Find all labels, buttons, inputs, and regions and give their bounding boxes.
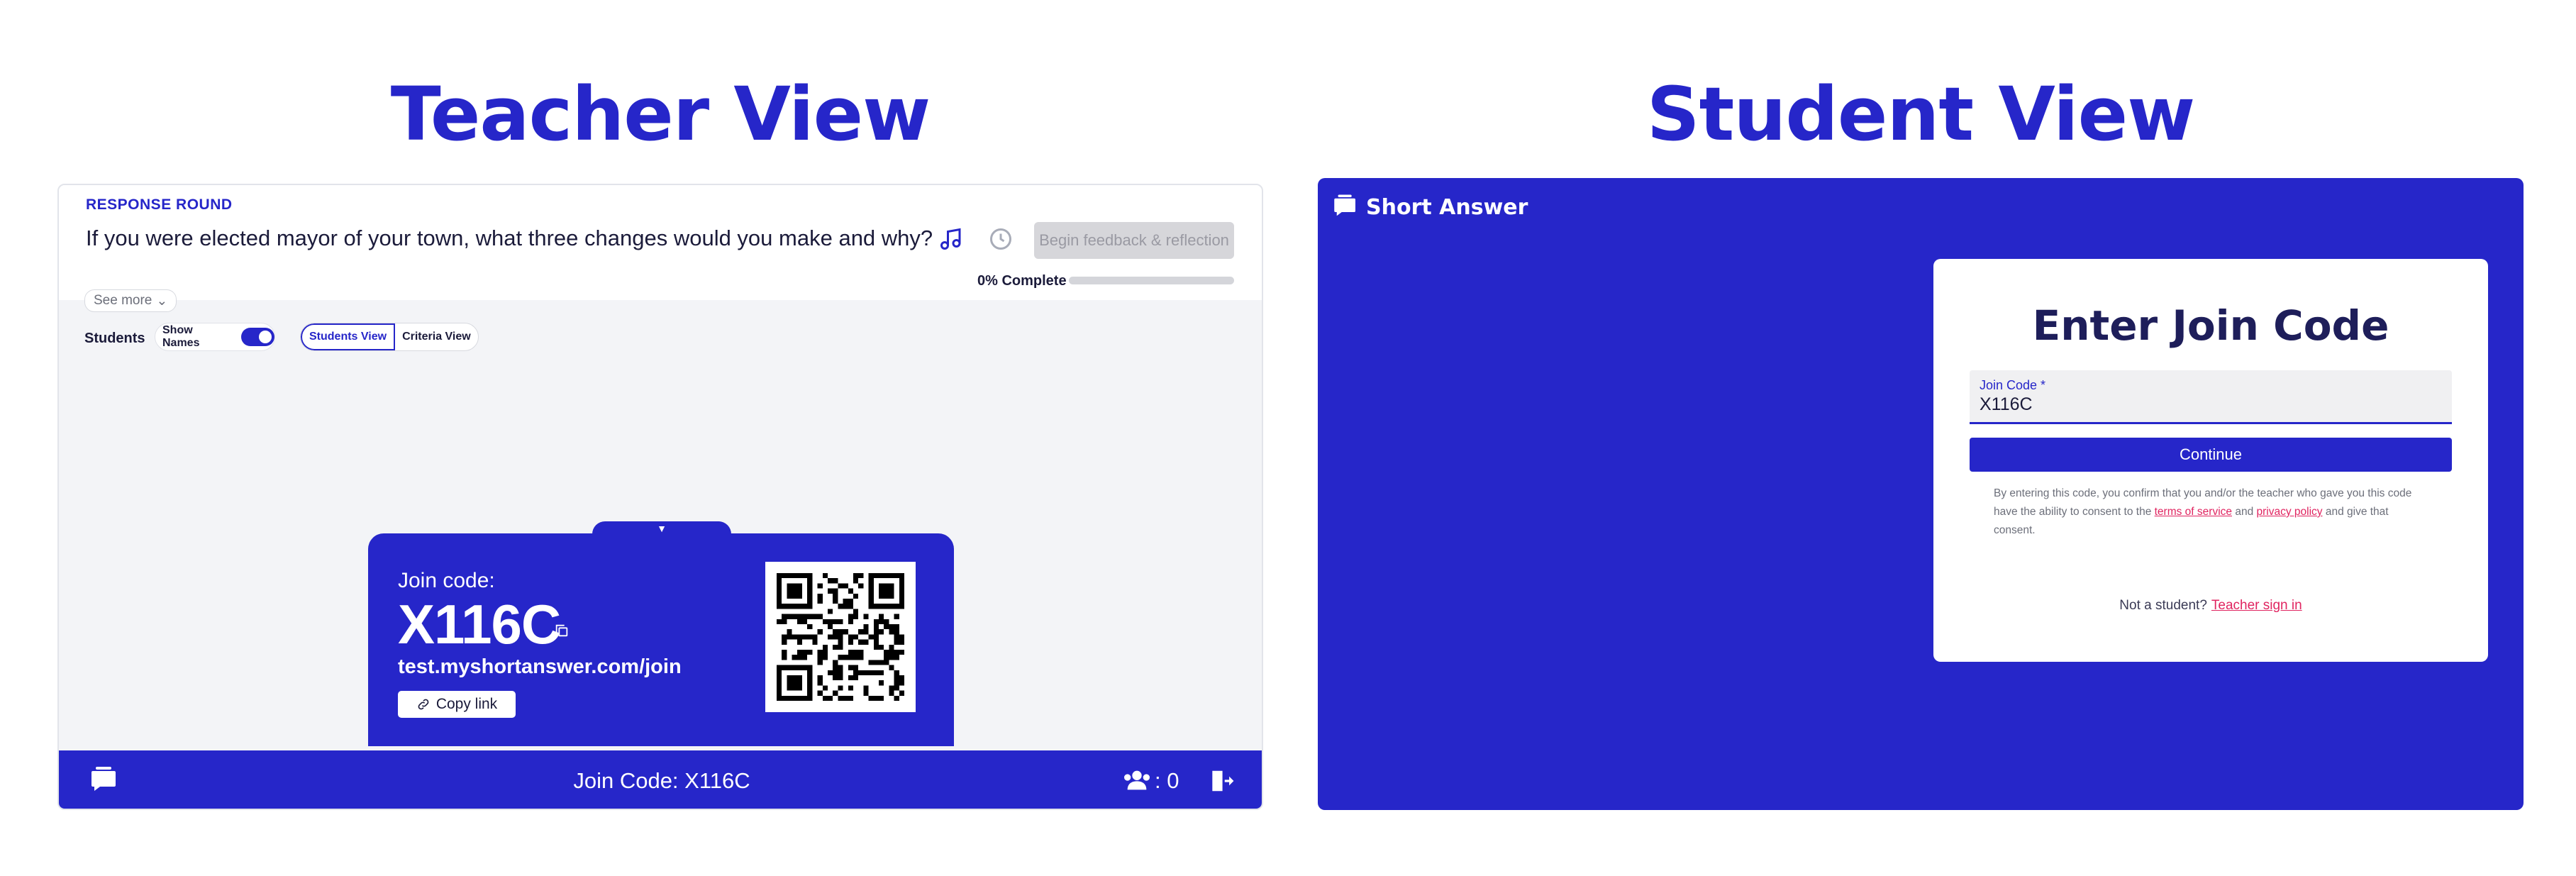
qr-code: [765, 562, 916, 712]
join-code-value: X116C: [398, 593, 561, 655]
show-names-label: Show Names: [162, 324, 200, 349]
tab-students-view[interactable]: Students View: [301, 323, 396, 350]
join-code-label: Join code:: [398, 569, 495, 592]
students-label: Students: [84, 331, 145, 346]
student-view-heading: Student View: [1646, 71, 2196, 157]
show-names-toggle-group: Show Names: [155, 323, 275, 351]
show-names-toggle[interactable]: [240, 328, 274, 346]
student-panel: Short Answer Enter Join Code Join Code *…: [1318, 178, 2524, 810]
join-code-card: Join code: X116C test.myshortanswer.com/…: [368, 533, 954, 746]
exit-icon[interactable]: [1208, 767, 1235, 794]
chevron-down-icon: ⌄: [156, 293, 168, 309]
begin-feedback-button[interactable]: Begin feedback & reflection: [1034, 222, 1234, 259]
not-student-row: Not a student? Teacher sign in: [1933, 598, 2488, 614]
terms-of-service-link[interactable]: terms of service: [2155, 506, 2232, 518]
see-more-button[interactable]: See more ⌄: [84, 289, 177, 312]
join-code-field-label: Join Code *: [1980, 378, 2046, 392]
copy-icon[interactable]: [554, 623, 570, 638]
music-note-icon[interactable]: [938, 226, 964, 252]
question-text: If you were elected mayor of your town, …: [86, 226, 933, 250]
link-icon: [418, 699, 429, 710]
clock-icon[interactable]: [988, 226, 1014, 252]
tab-criteria-view[interactable]: Criteria View: [395, 323, 478, 350]
privacy-policy-link[interactable]: privacy policy: [2257, 506, 2323, 518]
continue-button[interactable]: Continue: [1970, 438, 2452, 472]
teacher-panel: RESPONSE ROUND If you were elected mayor…: [57, 184, 1263, 810]
join-form-card: Enter Join Code Join Code * X116C Contin…: [1933, 259, 2488, 662]
view-toggle: Students View Criteria View: [300, 323, 479, 351]
progress-label: 0% Complete: [977, 273, 1067, 289]
teacher-sign-in-link[interactable]: Teacher sign in: [2211, 598, 2302, 613]
join-code-input[interactable]: X116C: [1980, 394, 2033, 415]
see-more-label: See more: [94, 293, 152, 308]
teacher-view-heading: Teacher View: [390, 71, 931, 157]
consent-and: and: [2232, 506, 2257, 518]
not-student-text: Not a student?: [2119, 598, 2207, 613]
consent-text: By entering this code, you confirm that …: [1994, 484, 2426, 540]
copy-link-label: Copy link: [435, 696, 498, 712]
progress-bar: [1069, 277, 1234, 284]
join-url: test.myshortanswer.com/join: [398, 655, 682, 678]
footer-join-code: Join Code: X116C: [573, 768, 750, 793]
form-title: Enter Join Code: [2032, 301, 2389, 350]
join-code-field[interactable]: Join Code * X116C: [1970, 370, 2452, 424]
participant-count: : 0: [1155, 768, 1179, 793]
speech-bubble-icon: [1334, 194, 1355, 216]
collapse-arrow-icon: ▼: [657, 523, 667, 534]
teacher-footer: Join Code: X116C : 0: [59, 750, 1262, 809]
people-icon: [1124, 770, 1150, 790]
copy-link-button[interactable]: Copy link: [398, 691, 516, 718]
response-round-header: RESPONSE ROUND If you were elected mayor…: [59, 185, 1262, 300]
app-name: Short Answer: [1366, 195, 1528, 220]
round-label: RESPONSE ROUND: [86, 196, 233, 213]
